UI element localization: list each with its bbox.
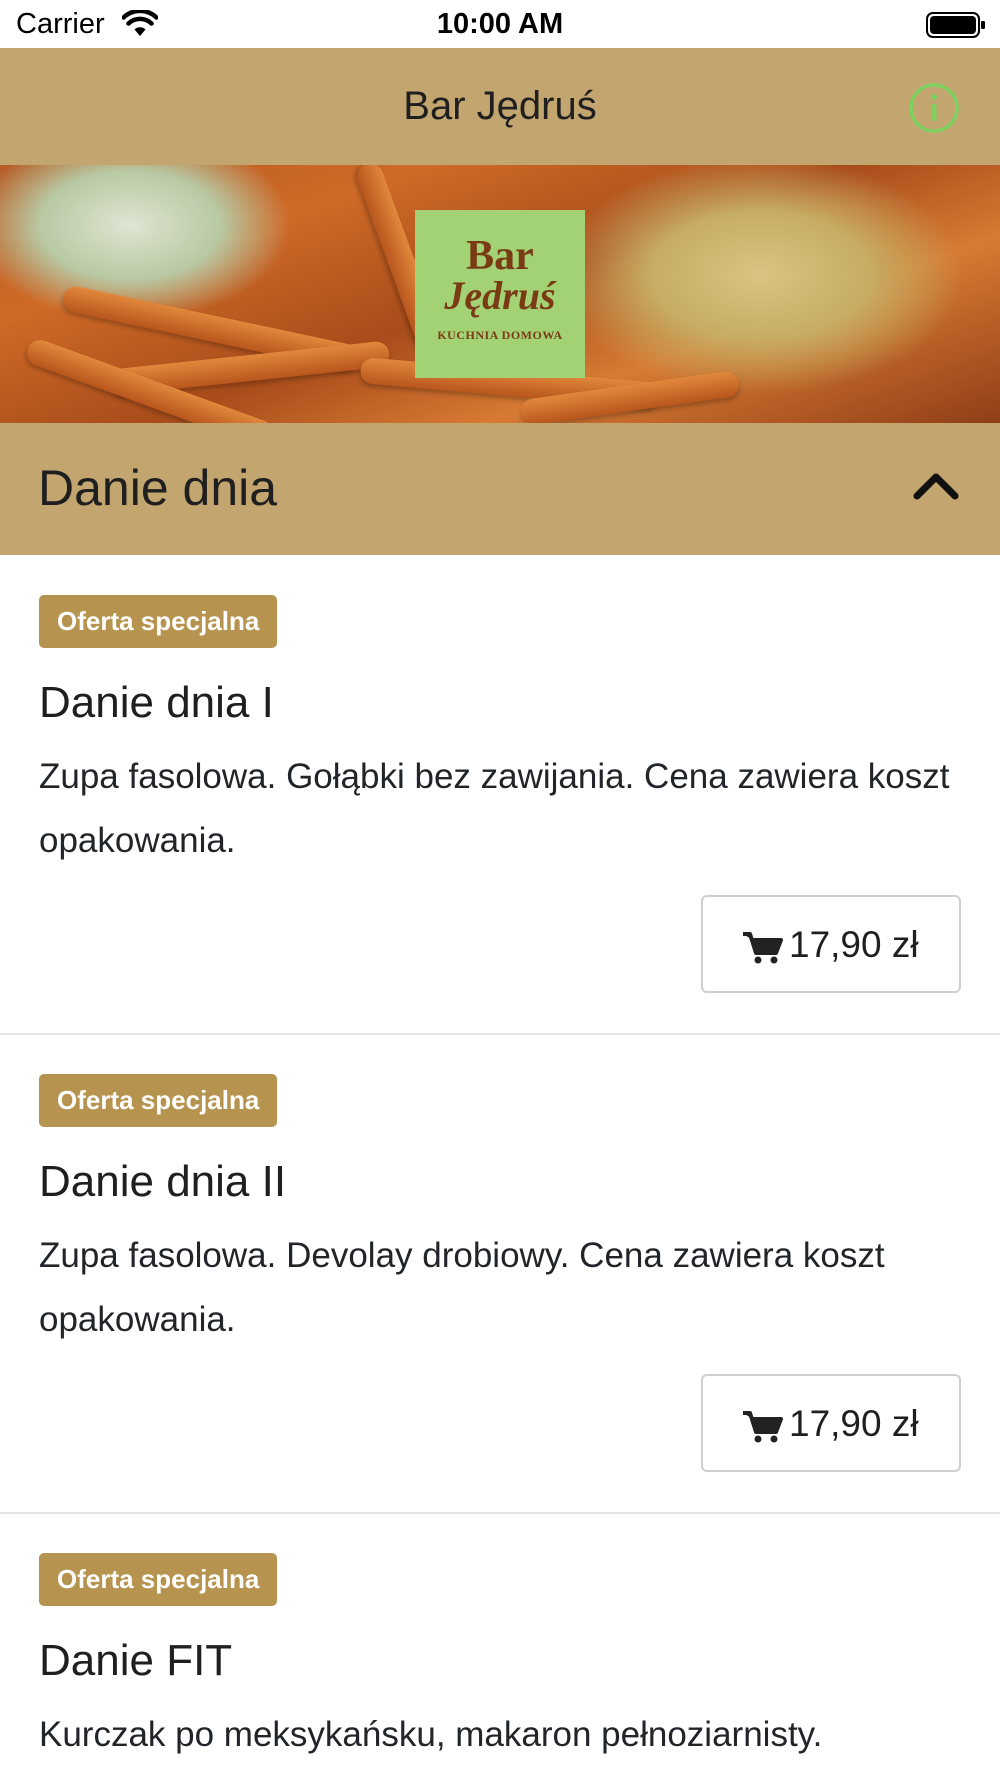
logo-text-line1: Bar bbox=[466, 233, 534, 279]
item-title: Danie dnia I bbox=[39, 678, 274, 727]
nav-title: Bar Jędruś bbox=[403, 84, 597, 128]
special-offer-badge: Oferta specjalna bbox=[39, 1553, 278, 1606]
item-title: Danie FIT bbox=[39, 1636, 233, 1685]
nav-bar: Bar Jędruś bbox=[0, 48, 1000, 165]
price-label: 17,90 zł bbox=[789, 1403, 919, 1444]
add-to-cart-button[interactable]: 17,90 zł bbox=[701, 895, 961, 993]
special-offer-badge: Oferta specjalna bbox=[39, 1074, 278, 1127]
item-description: Zupa fasolowa. Devolay drobiowy. Cena za… bbox=[39, 1236, 885, 1339]
section-header[interactable]: Danie dnia bbox=[0, 423, 1000, 555]
menu-item[interactable]: Oferta specjalna Danie dnia I Zupa fasol… bbox=[0, 555, 1000, 1035]
cart-icon bbox=[743, 1411, 783, 1443]
special-offer-badge: Oferta specjalna bbox=[39, 595, 278, 648]
clock: 10:00 AM bbox=[436, 8, 564, 40]
section-title: Danie dnia bbox=[38, 460, 278, 516]
add-to-cart-button[interactable]: 17,90 zł bbox=[701, 1374, 961, 1472]
cart-icon bbox=[743, 932, 783, 964]
logo-text-line2: Jędruś bbox=[444, 273, 556, 318]
item-description: Kurczak po meksykańsku, makaron pełnozia… bbox=[39, 1715, 823, 1754]
hero-image: Bar Jędruś KUCHNIA DOMOWA bbox=[0, 165, 1000, 423]
logo-text-line3: KUCHNIA DOMOWA bbox=[437, 328, 563, 342]
info-circle-icon[interactable] bbox=[908, 82, 960, 134]
restaurant-logo: Bar Jędruś KUCHNIA DOMOWA bbox=[415, 210, 585, 378]
menu-item[interactable]: Oferta specjalna Danie FIT Kurczak po me… bbox=[0, 1514, 1000, 1778]
price-label: 17,90 zł bbox=[789, 924, 919, 965]
battery-icon bbox=[926, 12, 985, 38]
item-title: Danie dnia II bbox=[39, 1157, 287, 1206]
menu-item[interactable]: Oferta specjalna Danie dnia II Zupa faso… bbox=[0, 1035, 1000, 1514]
status-bar: Carrier 10:00 AM bbox=[0, 0, 1000, 48]
item-description: Zupa fasolowa. Gołąbki bez zawijania. Ce… bbox=[39, 757, 950, 860]
chevron-up-icon[interactable] bbox=[912, 468, 960, 502]
